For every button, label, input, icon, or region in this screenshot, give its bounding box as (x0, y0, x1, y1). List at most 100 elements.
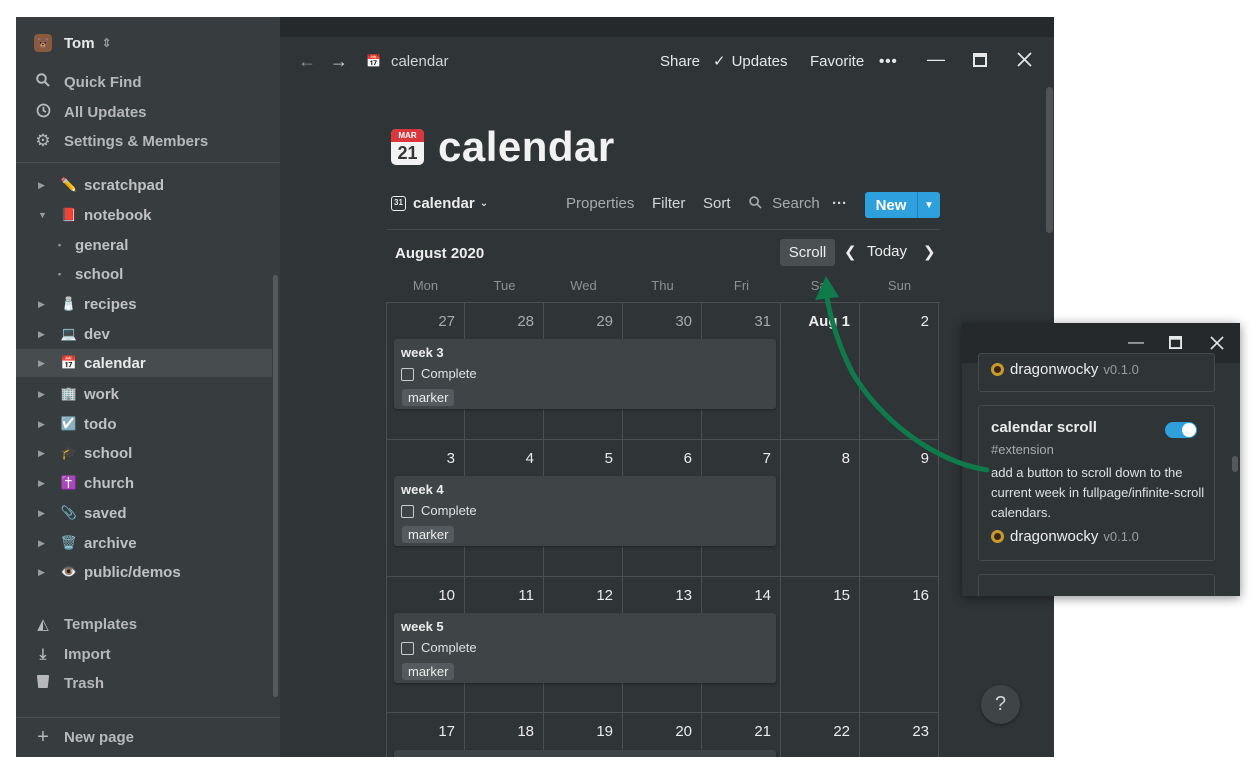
templates-icon: ◭ (37, 616, 49, 633)
properties-button[interactable]: Properties (566, 195, 634, 212)
sidebar-item-calendar[interactable]: ▶ 📅 calendar (16, 349, 272, 377)
sidebar-item-church[interactable]: ▶ ✝️ church (16, 469, 272, 497)
sidebar-item-school[interactable]: ▶ 🎓 school (16, 439, 272, 467)
templates[interactable]: ◭ Templates (34, 612, 137, 636)
maximize-icon[interactable] (1169, 336, 1182, 354)
sidebar-scrollbar[interactable] (273, 275, 278, 697)
sidebar-item-general[interactable]: • general (16, 231, 272, 259)
minimize-icon[interactable]: — (1128, 334, 1144, 352)
calendar-day[interactable]: Aug 1 (781, 303, 860, 440)
extension-card (978, 574, 1215, 596)
view-selector[interactable]: 31 calendar ⌄ (391, 195, 488, 212)
caret-right-icon[interactable]: ▶ (38, 419, 45, 430)
caret-right-icon[interactable]: ▶ (38, 538, 45, 549)
caret-right-icon[interactable]: ▶ (38, 180, 45, 191)
caret-right-icon[interactable]: ▶ (38, 329, 45, 340)
calendar-event-card[interactable]: week 3 Complete marker (394, 339, 776, 409)
checkbox-label: Complete (421, 640, 477, 655)
caret-right-icon[interactable]: ▶ (38, 358, 45, 369)
sidebar-item-label: dev (84, 325, 110, 343)
app-window: 🐻 Tom ⇕ Quick Find All Updates ⚙ Setting… (16, 17, 1054, 757)
search-button[interactable]: Search (749, 195, 820, 212)
extension-toggle[interactable] (1165, 422, 1197, 438)
sidebar-item-archive[interactable]: ▶ 🗑️ archive (16, 529, 272, 557)
calendar-day[interactable]: 9 (860, 440, 939, 577)
caret-right-icon[interactable]: ▶ (38, 567, 45, 578)
checkbox-icon: ☑️ (60, 416, 78, 431)
day-number: 30 (675, 313, 692, 330)
day-number: 9 (920, 450, 929, 467)
caret-right-icon[interactable]: ▶ (38, 508, 45, 519)
sidebar-item-todo[interactable]: ▶ ☑️ todo (16, 410, 272, 438)
trash[interactable]: Trash (34, 671, 104, 695)
sidebar-item-dev[interactable]: ▶ 💻 dev (16, 320, 272, 348)
caret-right-icon[interactable]: ▶ (38, 299, 45, 310)
filter-button[interactable]: Filter (652, 195, 685, 212)
sidebar-item-saved[interactable]: ▶ 📎 saved (16, 499, 272, 527)
sidebar-item-recipes[interactable]: ▶ 🧂 recipes (16, 290, 272, 318)
workspace-switcher[interactable]: 🐻 Tom ⇕ (34, 31, 112, 55)
author[interactable]: dragonwocky v0.1.0 (991, 528, 1139, 545)
checkbox-icon[interactable] (401, 368, 414, 381)
scroll-button[interactable]: Scroll (780, 239, 835, 266)
sidebar-item-label: recipes (84, 295, 137, 313)
share-button[interactable]: Share (660, 50, 700, 72)
workspace-avatar: 🐻 (34, 34, 52, 52)
calendar-day[interactable]: 15 (781, 577, 860, 713)
calendar-icon: 📅 (60, 355, 78, 370)
back-arrow-icon[interactable]: ← (298, 51, 316, 72)
breadcrumb-page[interactable]: calendar (391, 53, 449, 70)
view-more-button[interactable]: ··· (832, 195, 847, 212)
caret-down-icon[interactable]: ▼ (38, 210, 47, 220)
updates-button[interactable]: ✓ Updates (713, 50, 787, 72)
minimize-icon[interactable]: — (927, 49, 945, 70)
sidebar-item-scratchpad[interactable]: ▶ ✏️ scratchpad (16, 171, 272, 199)
settings-members[interactable]: ⚙ Settings & Members (34, 129, 208, 153)
calendar-event-card[interactable]: week 5 Complete marker (394, 613, 776, 683)
sidebar-item-public-demos[interactable]: ▶ 👁️ public/demos (16, 558, 272, 586)
more-options-button[interactable]: ••• (879, 50, 898, 72)
calendar-event-card[interactable]: week 4 Complete marker (394, 476, 776, 546)
caret-right-icon[interactable]: ▶ (38, 478, 45, 489)
page-title[interactable]: calendar (438, 123, 615, 171)
new-page-button[interactable]: + New page (16, 717, 280, 757)
next-month-icon[interactable]: ❯ (923, 243, 936, 261)
checkbox-icon[interactable] (401, 505, 414, 518)
quick-find[interactable]: Quick Find (34, 70, 142, 94)
forward-arrow-icon[interactable]: → (330, 51, 348, 72)
sidebar-item-school-sub[interactable]: • school (16, 260, 272, 288)
all-updates[interactable]: All Updates (34, 100, 147, 124)
calendar-day[interactable]: 16 (860, 577, 939, 713)
author[interactable]: dragonwocky v0.1.0 (991, 361, 1139, 378)
calendar-page-icon[interactable]: MAR 21 (391, 129, 424, 165)
calendar-day[interactable]: 22 (781, 713, 860, 757)
import[interactable]: ⤓ Import (34, 642, 111, 666)
day-number: 14 (754, 587, 771, 604)
calendar-day[interactable]: 2 (860, 303, 939, 440)
cross-icon: ✝️ (60, 475, 78, 490)
check-icon: ✓ (713, 53, 726, 70)
chevron-down-icon[interactable]: ▼ (918, 200, 940, 211)
prev-month-icon[interactable]: ❮ (844, 243, 857, 261)
caret-right-icon[interactable]: ▶ (38, 389, 45, 400)
sort-button[interactable]: Sort (703, 195, 731, 212)
checkbox-icon[interactable] (401, 642, 414, 655)
favorite-button[interactable]: Favorite (810, 50, 864, 72)
maximize-icon[interactable] (973, 51, 987, 72)
calendar-event-card[interactable] (394, 750, 776, 757)
calendar-icon-month: MAR (391, 129, 424, 142)
help-button[interactable]: ? (981, 685, 1020, 724)
event-title: week 4 (401, 482, 444, 497)
today-button[interactable]: Today (867, 243, 907, 260)
sidebar-item-notebook[interactable]: ▼ 📕 notebook (16, 201, 272, 229)
new-button[interactable]: New ▼ (865, 192, 940, 218)
close-icon[interactable] (1017, 51, 1032, 72)
plus-icon: + (37, 726, 49, 748)
sidebar-item-work[interactable]: ▶ 🏢 work (16, 380, 272, 408)
calendar-day[interactable]: 8 (781, 440, 860, 577)
extension-scrollbar[interactable] (1232, 456, 1238, 472)
calendar-day[interactable]: 23 (860, 713, 939, 757)
caret-right-icon[interactable]: ▶ (38, 448, 45, 459)
main-scrollbar[interactable] (1046, 87, 1053, 233)
book-icon: 📕 (60, 207, 78, 222)
